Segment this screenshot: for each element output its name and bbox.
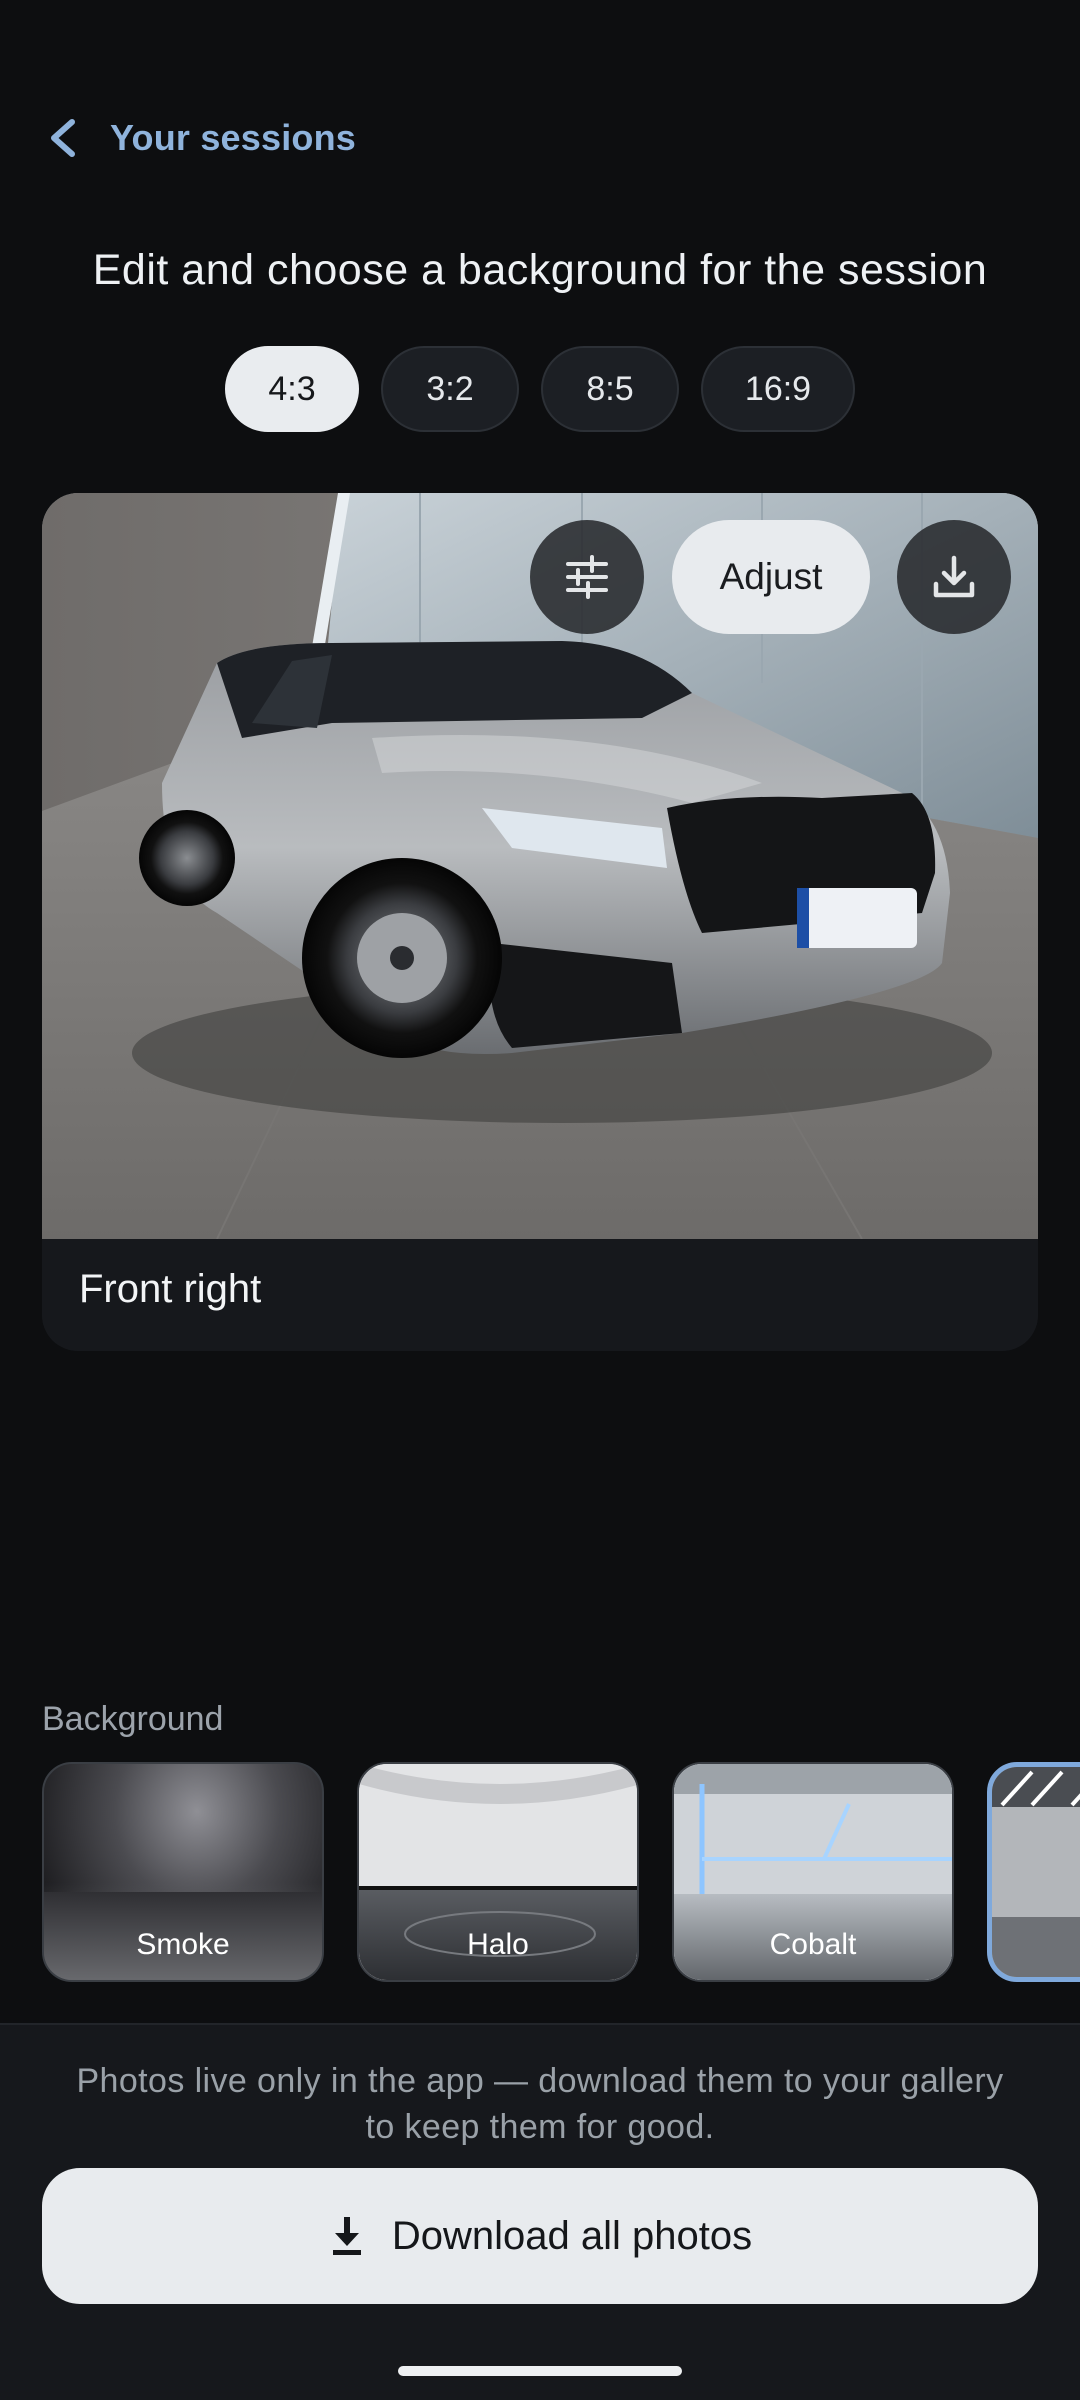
home-indicator[interactable]	[398, 2366, 682, 2376]
background-tile-cobalt[interactable]: Cobalt	[672, 1762, 954, 1982]
page-title: Edit and choose a background for the ses…	[92, 246, 988, 294]
sliders-icon	[566, 555, 608, 599]
background-tile-halo[interactable]: Halo	[357, 1762, 639, 1982]
background-tile-label: Smoke	[136, 1928, 230, 1961]
photo-card: Front right	[42, 493, 1038, 1351]
background-tile-smoke[interactable]: Smoke	[42, 1762, 324, 1982]
background-carousel[interactable]: Smoke Halo Cobalt	[42, 1762, 1080, 1982]
aspect-ratio-selector: 4:3 3:2 8:5 16:9	[0, 346, 1080, 432]
background-tile-label: Cobalt	[769, 1928, 857, 1961]
download-photo-button[interactable]	[897, 520, 1011, 634]
background-section-label: Background	[42, 1700, 224, 1738]
background-tile-selected[interactable]	[987, 1762, 1080, 1982]
back-button[interactable]: Your sessions	[44, 108, 356, 168]
download-arrow-icon	[332, 2217, 361, 2255]
download-notice: Photos live only in the app — download t…	[76, 2062, 1004, 2146]
ratio-chip-8-5[interactable]: 8:5	[541, 346, 679, 432]
photo-caption-bar: Front right	[42, 1239, 1038, 1351]
photo-caption: Front right	[79, 1267, 262, 1311]
filters-button[interactable]	[530, 520, 644, 634]
download-all-label: Download all photos	[391, 2213, 753, 2258]
background-tile-label: Halo	[467, 1928, 529, 1961]
fourth-preview	[992, 1767, 1080, 1977]
download-all-button[interactable]: Download all photos	[42, 2168, 1038, 2304]
chevron-left-icon	[51, 119, 75, 157]
ratio-chip-4-3[interactable]: 4:3	[225, 346, 359, 432]
back-label: Your sessions	[110, 117, 357, 158]
ratio-chip-3-2[interactable]: 3:2	[381, 346, 519, 432]
ratio-chip-16-9[interactable]: 16:9	[701, 346, 855, 432]
download-icon	[933, 555, 975, 598]
adjust-button[interactable]: Adjust	[672, 520, 870, 634]
